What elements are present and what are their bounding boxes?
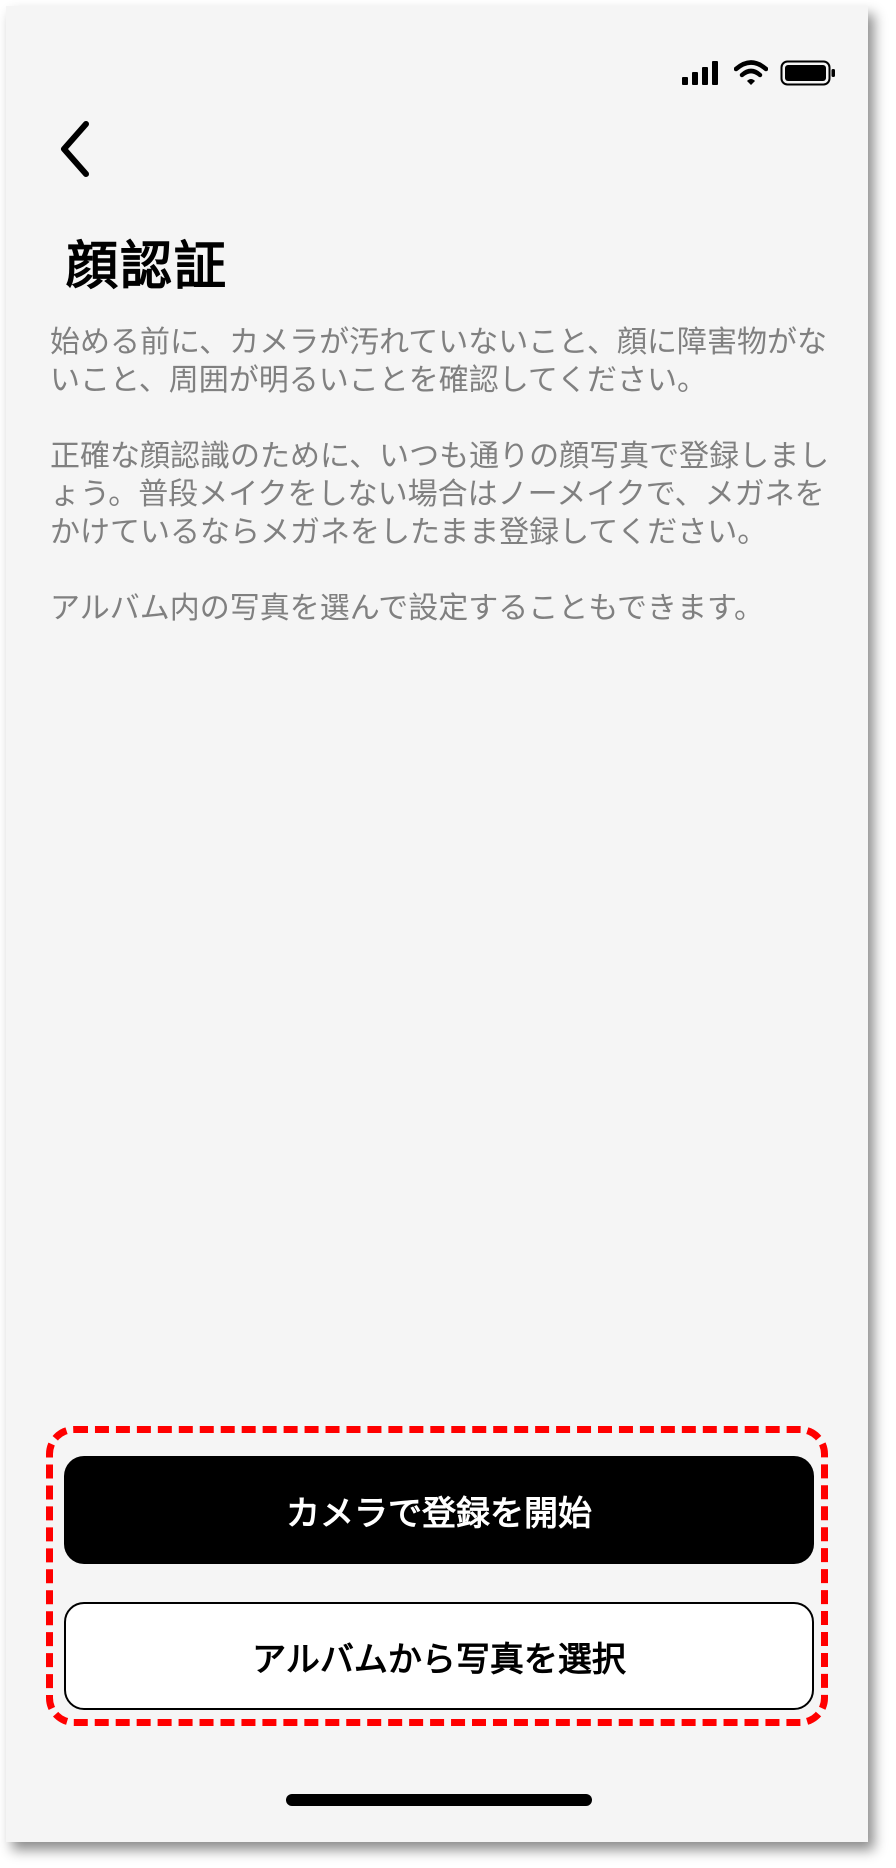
status-bar (682, 58, 836, 88)
page-title: 顔認証 (66, 237, 229, 297)
chevron-left-icon (61, 121, 89, 177)
cellular-signal-icon (682, 61, 718, 85)
start-camera-registration-button[interactable]: カメラで登録を開始 (64, 1456, 814, 1564)
back-button[interactable] (52, 118, 102, 180)
select-from-album-button[interactable]: アルバムから写真を選択 (64, 1602, 814, 1710)
battery-icon (780, 60, 835, 86)
instructions-text: 始める前に、カメラが汚れていないこと、顔に障害物がないこと、周囲が明るいことを確… (50, 324, 840, 666)
instruction-paragraph-1: 始める前に、カメラが汚れていないこと、顔に障害物がないこと、周囲が明るいことを確… (50, 325, 827, 398)
home-indicator[interactable] (286, 1794, 592, 1806)
instruction-paragraph-3: アルバム内の写真を選んで設定することもできます。 (50, 591, 764, 626)
wifi-icon (734, 60, 768, 85)
phone-screen: 顔認証 始める前に、カメラが汚れていないこと、顔に障害物がないこと、周囲が明るい… (6, 6, 868, 1842)
instruction-paragraph-2: 正確な顔認識のために、いつも通りの顔写真で登録しましょう。普段メイクをしない場合… (50, 439, 830, 550)
